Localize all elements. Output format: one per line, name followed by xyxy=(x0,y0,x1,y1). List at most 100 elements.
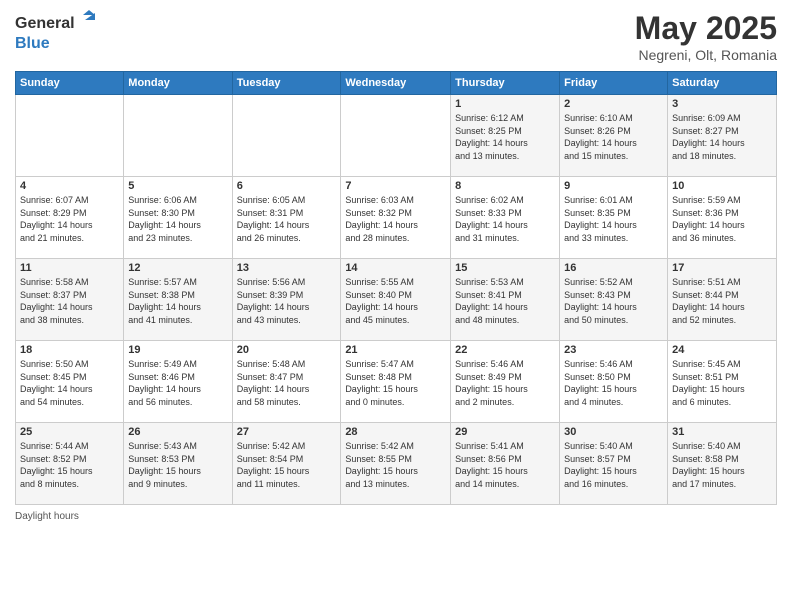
calendar-week-row: 25 Sunrise: 5:44 AM Sunset: 8:52 PM Dayli… xyxy=(16,423,777,505)
day-number: 14 xyxy=(345,262,446,274)
calendar-cell xyxy=(124,95,232,177)
day-number: 20 xyxy=(237,344,337,356)
day-info: Sunrise: 5:40 AM Sunset: 8:58 PM Dayligh… xyxy=(672,440,772,490)
calendar-cell: 16Sunrise: 5:52 AM Sunset: 8:43 PM Dayli… xyxy=(560,259,668,341)
calendar-week-row: 18 Sunrise: 5:50 AM Sunset: 8:45 PM Dayli… xyxy=(16,341,777,423)
calendar-cell: 1Sunrise: 6:12 AM Sunset: 8:25 PM Daylig… xyxy=(451,95,560,177)
day-info: Sunrise: 5:44 AM Sunset: 8:52 PM Dayligh… xyxy=(20,440,119,490)
location: Negreni, Olt, Romania xyxy=(635,47,777,63)
day-number: 27 xyxy=(237,426,337,438)
calendar-cell: 7 Sunrise: 6:03 AM Sunset: 8:32 PM Daylig… xyxy=(341,177,451,259)
day-info: Sunrise: 5:42 AM Sunset: 8:55 PM Dayligh… xyxy=(345,440,446,490)
calendar-cell: 6Sunrise: 6:05 AM Sunset: 8:31 PM Daylig… xyxy=(232,177,341,259)
calendar-header-row: SundayMondayTuesdayWednesdayThursdayFrid… xyxy=(16,72,777,95)
calendar-cell: 20 Sunrise: 5:48 AM Sunset: 8:47 PM Dayli… xyxy=(232,341,341,423)
calendar-cell: 28 Sunrise: 5:42 AM Sunset: 8:55 PM Dayli… xyxy=(341,423,451,505)
calendar-cell: 29 Sunrise: 5:41 AM Sunset: 8:56 PM Dayli… xyxy=(451,423,560,505)
day-number: 7 xyxy=(345,180,446,192)
day-info: Sunrise: 5:42 AM Sunset: 8:54 PM Dayligh… xyxy=(237,440,337,490)
day-number: 23 xyxy=(564,344,663,356)
logo-svg: General Blue xyxy=(15,10,105,55)
day-info: Sunrise: 5:46 AM Sunset: 8:49 PM Dayligh… xyxy=(455,358,555,408)
calendar-cell: 15 Sunrise: 5:53 AM Sunset: 8:41 PM Dayli… xyxy=(451,259,560,341)
day-number: 21 xyxy=(345,344,446,356)
calendar-cell xyxy=(341,95,451,177)
calendar-cell: 12 Sunrise: 5:57 AM Sunset: 8:38 PM Dayli… xyxy=(124,259,232,341)
calendar-cell: 31Sunrise: 5:40 AM Sunset: 8:58 PM Dayli… xyxy=(668,423,777,505)
day-number: 25 xyxy=(20,426,119,438)
day-number: 8 xyxy=(455,180,555,192)
calendar-cell: 2Sunrise: 6:10 AM Sunset: 8:26 PM Daylig… xyxy=(560,95,668,177)
day-info: Sunrise: 5:40 AM Sunset: 8:57 PM Dayligh… xyxy=(564,440,663,490)
day-number: 13 xyxy=(237,262,337,274)
day-number: 18 xyxy=(20,344,119,356)
day-number: 16 xyxy=(564,262,663,274)
calendar-cell: 18 Sunrise: 5:50 AM Sunset: 8:45 PM Dayli… xyxy=(16,341,124,423)
day-number: 15 xyxy=(455,262,555,274)
day-number: 12 xyxy=(128,262,227,274)
day-number: 28 xyxy=(345,426,446,438)
day-number: 30 xyxy=(564,426,663,438)
day-number: 4 xyxy=(20,180,119,192)
day-number: 29 xyxy=(455,426,555,438)
calendar-cell: 24Sunrise: 5:45 AM Sunset: 8:51 PM Dayli… xyxy=(668,341,777,423)
day-number: 9 xyxy=(564,180,663,192)
day-info: Sunrise: 6:03 AM Sunset: 8:32 PM Dayligh… xyxy=(345,194,446,244)
day-info: Sunrise: 6:06 AM Sunset: 8:30 PM Dayligh… xyxy=(128,194,227,244)
day-info: Sunrise: 5:53 AM Sunset: 8:41 PM Dayligh… xyxy=(455,276,555,326)
calendar-cell xyxy=(232,95,341,177)
day-info: Sunrise: 5:49 AM Sunset: 8:46 PM Dayligh… xyxy=(128,358,227,408)
calendar-week-row: 1Sunrise: 6:12 AM Sunset: 8:25 PM Daylig… xyxy=(16,95,777,177)
day-info: Sunrise: 6:09 AM Sunset: 8:27 PM Dayligh… xyxy=(672,112,772,162)
day-info: Sunrise: 6:12 AM Sunset: 8:25 PM Dayligh… xyxy=(455,112,555,162)
day-number: 2 xyxy=(564,98,663,110)
calendar-week-row: 4 Sunrise: 6:07 AM Sunset: 8:29 PM Daylig… xyxy=(16,177,777,259)
day-number: 17 xyxy=(672,262,772,274)
day-info: Sunrise: 5:43 AM Sunset: 8:53 PM Dayligh… xyxy=(128,440,227,490)
day-info: Sunrise: 5:51 AM Sunset: 8:44 PM Dayligh… xyxy=(672,276,772,326)
calendar-header-monday: Monday xyxy=(124,72,232,95)
day-info: Sunrise: 6:02 AM Sunset: 8:33 PM Dayligh… xyxy=(455,194,555,244)
calendar-cell: 27 Sunrise: 5:42 AM Sunset: 8:54 PM Dayli… xyxy=(232,423,341,505)
header: General Blue May 2025 Negreni, Olt, Roman… xyxy=(15,10,777,63)
calendar-cell: 21 Sunrise: 5:47 AM Sunset: 8:48 PM Dayli… xyxy=(341,341,451,423)
svg-text:General: General xyxy=(15,15,75,32)
calendar-header-sunday: Sunday xyxy=(16,72,124,95)
calendar-cell: 9 Sunrise: 6:01 AM Sunset: 8:35 PM Daylig… xyxy=(560,177,668,259)
calendar-cell: 10 Sunrise: 5:59 AM Sunset: 8:36 PM Dayli… xyxy=(668,177,777,259)
day-number: 10 xyxy=(672,180,772,192)
calendar-header-saturday: Saturday xyxy=(668,72,777,95)
day-info: Sunrise: 5:59 AM Sunset: 8:36 PM Dayligh… xyxy=(672,194,772,244)
calendar-cell: 13Sunrise: 5:56 AM Sunset: 8:39 PM Dayli… xyxy=(232,259,341,341)
calendar-header-tuesday: Tuesday xyxy=(232,72,341,95)
day-number: 5 xyxy=(128,180,227,192)
day-number: 19 xyxy=(128,344,227,356)
day-info: Sunrise: 5:57 AM Sunset: 8:38 PM Dayligh… xyxy=(128,276,227,326)
calendar-header-thursday: Thursday xyxy=(451,72,560,95)
logo: General Blue xyxy=(15,10,105,55)
footer: Daylight hours xyxy=(15,511,777,522)
calendar-cell: 30 Sunrise: 5:40 AM Sunset: 8:57 PM Dayli… xyxy=(560,423,668,505)
calendar-table: SundayMondayTuesdayWednesdayThursdayFrid… xyxy=(15,71,777,505)
calendar-cell: 11 Sunrise: 5:58 AM Sunset: 8:37 PM Dayli… xyxy=(16,259,124,341)
day-info: Sunrise: 6:01 AM Sunset: 8:35 PM Dayligh… xyxy=(564,194,663,244)
day-info: Sunrise: 6:07 AM Sunset: 8:29 PM Dayligh… xyxy=(20,194,119,244)
calendar-week-row: 11 Sunrise: 5:58 AM Sunset: 8:37 PM Dayli… xyxy=(16,259,777,341)
calendar-cell: 3 Sunrise: 6:09 AM Sunset: 8:27 PM Daylig… xyxy=(668,95,777,177)
title-area: May 2025 Negreni, Olt, Romania xyxy=(635,10,777,63)
calendar-header-friday: Friday xyxy=(560,72,668,95)
day-info: Sunrise: 5:48 AM Sunset: 8:47 PM Dayligh… xyxy=(237,358,337,408)
day-info: Sunrise: 5:58 AM Sunset: 8:37 PM Dayligh… xyxy=(20,276,119,326)
day-info: Sunrise: 5:50 AM Sunset: 8:45 PM Dayligh… xyxy=(20,358,119,408)
calendar-cell: 8 Sunrise: 6:02 AM Sunset: 8:33 PM Daylig… xyxy=(451,177,560,259)
svg-text:Blue: Blue xyxy=(15,35,50,52)
calendar-header-wednesday: Wednesday xyxy=(341,72,451,95)
day-number: 3 xyxy=(672,98,772,110)
day-number: 24 xyxy=(672,344,772,356)
day-info: Sunrise: 5:47 AM Sunset: 8:48 PM Dayligh… xyxy=(345,358,446,408)
day-info: Sunrise: 5:41 AM Sunset: 8:56 PM Dayligh… xyxy=(455,440,555,490)
calendar-cell: 4 Sunrise: 6:07 AM Sunset: 8:29 PM Daylig… xyxy=(16,177,124,259)
day-number: 11 xyxy=(20,262,119,274)
calendar-cell: 14Sunrise: 5:55 AM Sunset: 8:40 PM Dayli… xyxy=(341,259,451,341)
day-number: 6 xyxy=(237,180,337,192)
